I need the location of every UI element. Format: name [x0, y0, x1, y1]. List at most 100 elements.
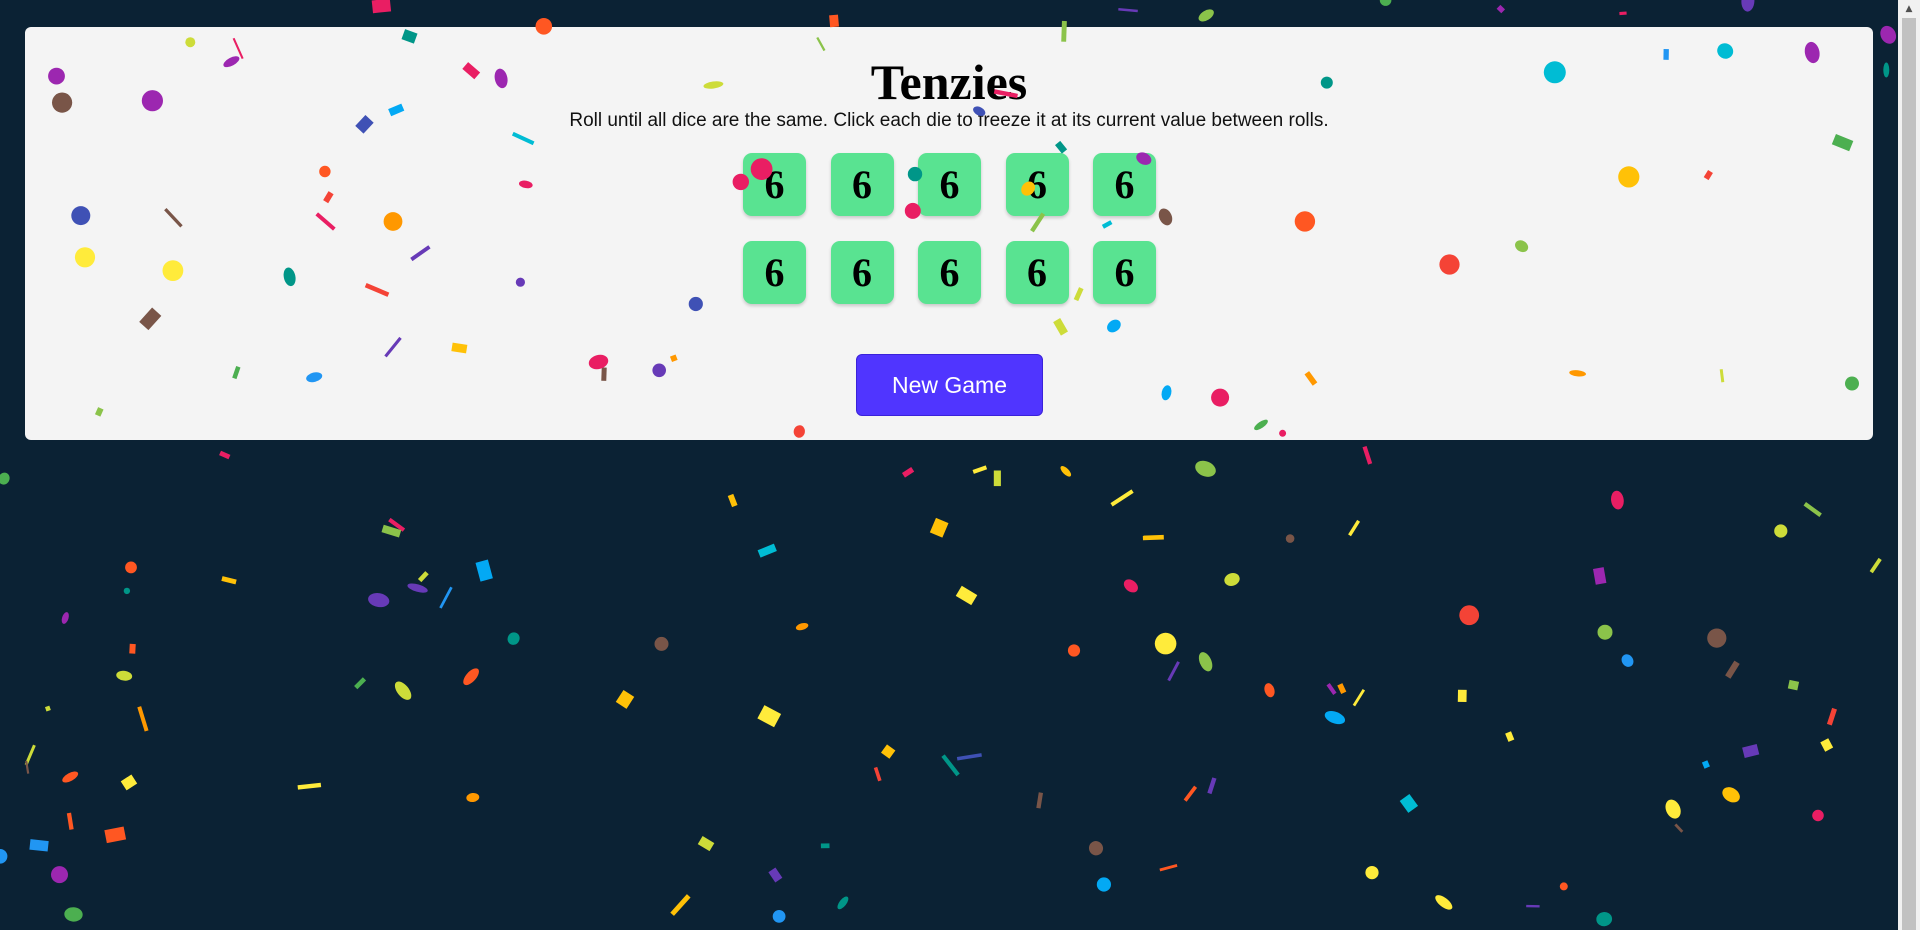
confetti-piece	[1505, 731, 1515, 742]
confetti-piece	[368, 593, 390, 608]
confetti-piece	[1142, 534, 1164, 541]
confetti-piece	[1224, 573, 1240, 586]
die[interactable]: 6	[918, 241, 981, 304]
confetti-piece	[1742, 743, 1760, 758]
confetti-piece	[1118, 8, 1138, 13]
confetti-piece	[1597, 624, 1613, 640]
confetti-piece	[417, 571, 429, 583]
confetti-piece	[1826, 707, 1837, 726]
confetti-piece	[1195, 460, 1216, 477]
confetti-piece	[219, 450, 231, 460]
scrollbar-thumb[interactable]	[1902, 18, 1916, 930]
confetti-piece	[1457, 689, 1467, 702]
confetti-piece	[1337, 683, 1347, 695]
confetti-piece	[1812, 809, 1824, 822]
confetti-piece	[1665, 799, 1681, 819]
confetti-piece	[297, 782, 322, 790]
confetti-piece	[757, 543, 777, 558]
confetti-piece	[1167, 661, 1180, 682]
confetti-piece	[1326, 683, 1337, 695]
confetti-piece	[1774, 524, 1788, 538]
confetti-piece	[727, 493, 738, 508]
confetti-piece	[388, 517, 406, 532]
confetti-piece	[25, 760, 30, 774]
confetti-piece	[772, 910, 786, 923]
confetti-piece	[1803, 502, 1822, 517]
confetti-piece	[972, 465, 988, 474]
die[interactable]: 6	[830, 153, 894, 216]
confetti-piece	[1787, 679, 1800, 691]
confetti-piece	[1159, 864, 1178, 872]
die[interactable]: 6	[743, 241, 806, 304]
confetti-piece	[1621, 654, 1634, 667]
page-title: Tenzies	[870, 54, 1028, 110]
confetti-piece	[64, 907, 83, 922]
confetti-piece	[829, 14, 839, 28]
confetti-piece	[1611, 490, 1624, 510]
confetti-piece	[901, 467, 915, 478]
confetti-piece	[1559, 882, 1568, 891]
confetti-piece	[1496, 4, 1506, 14]
confetti-piece	[1285, 534, 1295, 543]
confetti-piece	[795, 622, 809, 631]
die[interactable]: 6	[1093, 153, 1156, 216]
scroll-up-arrow-icon[interactable]: ▲	[1898, 0, 1920, 17]
confetti-piece	[1459, 605, 1480, 626]
confetti-piece	[0, 472, 10, 485]
confetti-piece	[66, 812, 74, 830]
confetti-piece	[129, 643, 136, 654]
confetti-piece	[125, 561, 137, 574]
confetti-piece	[439, 586, 453, 609]
confetti-piece	[820, 843, 830, 849]
confetti-piece	[24, 744, 36, 766]
die[interactable]: 6	[1005, 241, 1069, 304]
confetti-piece	[1324, 711, 1346, 725]
confetti-piece	[615, 689, 635, 709]
confetti-piece	[354, 677, 367, 690]
confetti-piece	[137, 706, 149, 732]
confetti-piece	[670, 894, 691, 916]
confetti-piece	[1096, 877, 1111, 892]
confetti-piece	[1593, 567, 1607, 585]
confetti-piece	[1362, 445, 1373, 465]
die[interactable]: 6	[743, 153, 806, 216]
confetti-piece	[929, 517, 949, 538]
die[interactable]: 6	[1093, 241, 1156, 304]
confetti-piece	[873, 766, 882, 782]
confetti-piece	[1198, 652, 1213, 672]
confetti-piece	[1880, 25, 1897, 44]
confetti-piece	[1619, 11, 1627, 16]
confetti-piece	[29, 839, 49, 852]
confetti-piece	[1701, 760, 1710, 769]
confetti-piece	[941, 754, 960, 777]
page-viewport: Tenzies Roll until all dice are the same…	[0, 0, 1920, 930]
confetti-piece	[1869, 557, 1882, 574]
new-game-button[interactable]: New Game	[856, 354, 1043, 416]
confetti-piece	[956, 753, 982, 761]
confetti-piece	[120, 774, 138, 791]
confetti-piece	[1722, 787, 1740, 803]
confetti-piece	[221, 576, 237, 585]
die[interactable]: 6	[830, 241, 894, 304]
game-instructions: Roll until all dice are the same. Click …	[569, 110, 1329, 131]
confetti-piece	[1820, 738, 1834, 752]
confetti-piece	[0, 849, 8, 864]
die[interactable]: 6	[918, 153, 981, 216]
confetti-piece	[507, 632, 520, 645]
confetti-piece	[1067, 644, 1081, 657]
confetti-piece	[1365, 866, 1379, 880]
confetti-piece	[1154, 632, 1177, 655]
confetti-piece	[123, 587, 131, 595]
confetti-piece	[371, 0, 392, 14]
vertical-scrollbar[interactable]: ▲	[1898, 0, 1920, 930]
confetti-piece	[837, 896, 849, 910]
confetti-piece	[1435, 895, 1453, 910]
confetti-piece	[1060, 466, 1072, 477]
confetti-piece	[61, 612, 69, 624]
confetti-piece	[1526, 904, 1540, 908]
confetti-piece	[1198, 9, 1214, 22]
die[interactable]: 6	[1005, 153, 1069, 216]
confetti-piece	[955, 585, 978, 606]
dice-grid: 6 6 6 6 6 6 6 6 6 6	[743, 153, 1156, 304]
confetti-piece	[51, 866, 68, 884]
